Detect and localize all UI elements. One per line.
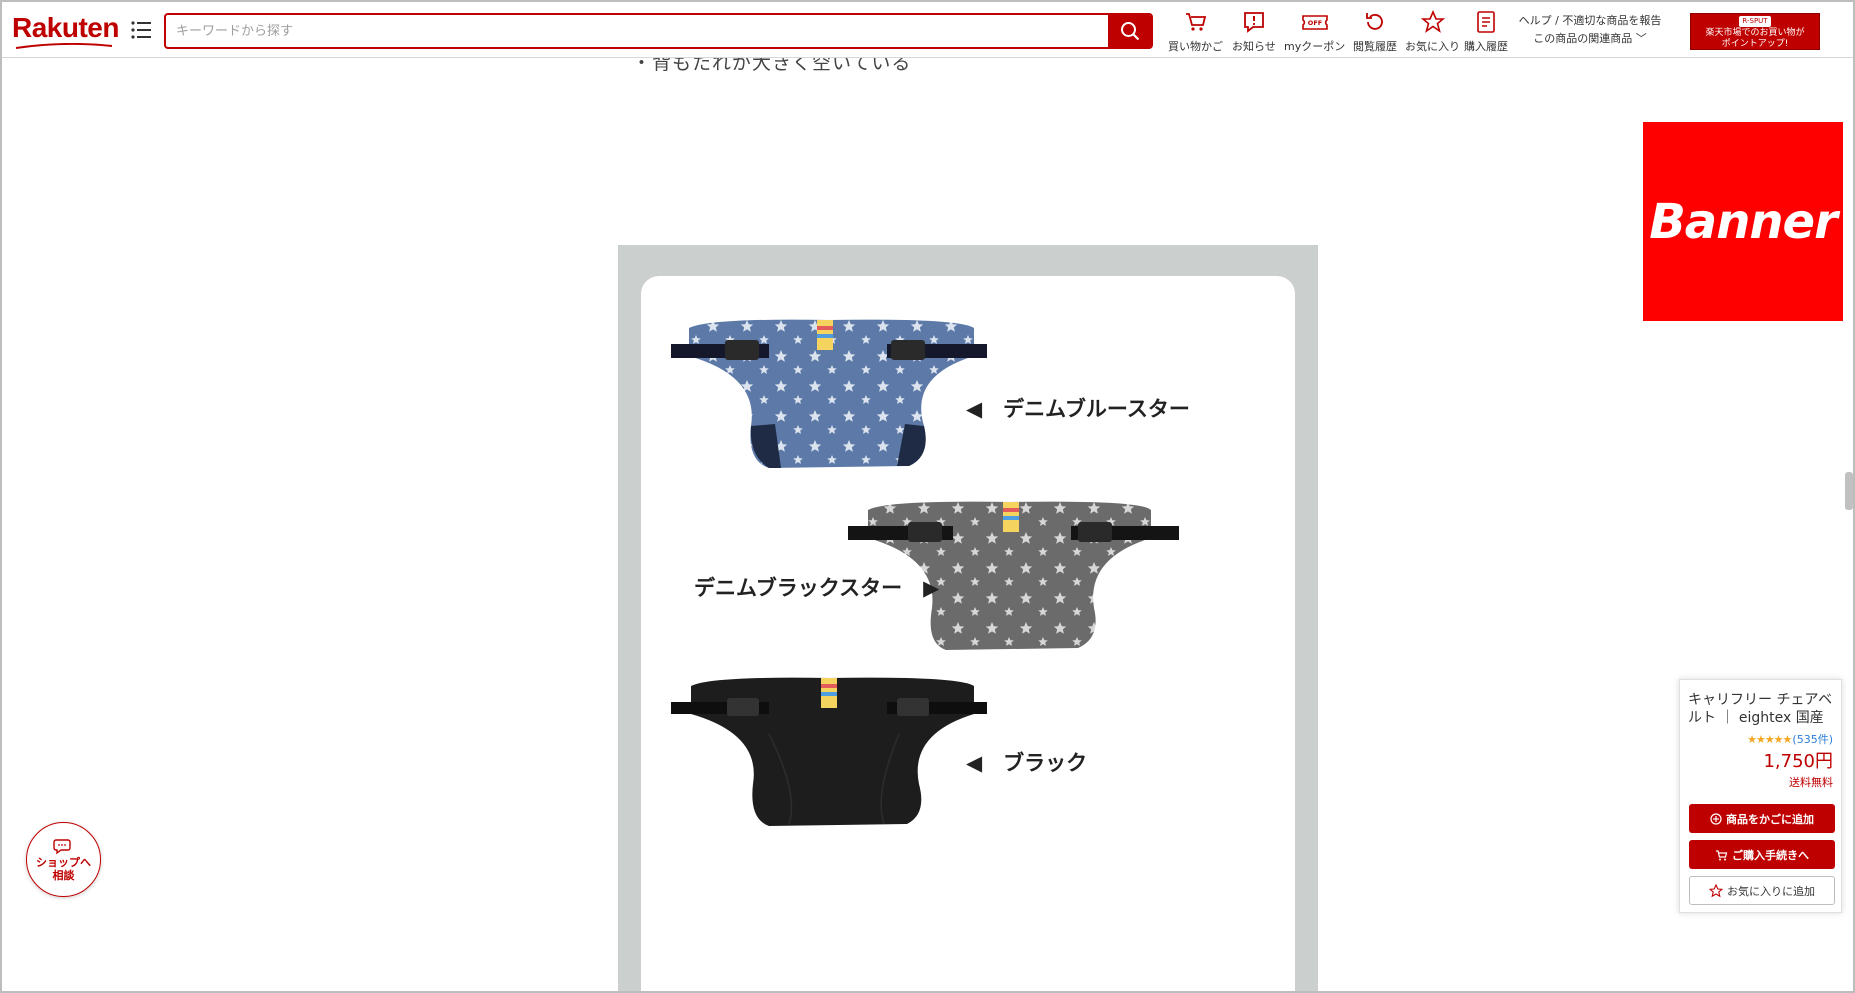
nav-purchase-history[interactable]: 購入履歴 <box>1464 10 1508 54</box>
shop-chat-button[interactable]: ショップへ 相談 <box>26 822 101 897</box>
ad-banner[interactable]: Banner <box>1643 122 1843 321</box>
add-favorite-label: お気に入りに追加 <box>1727 884 1815 898</box>
search-icon <box>1120 22 1139 41</box>
history-icon <box>1366 13 1383 30</box>
widget-rating[interactable]: ★★★★★(535件) <box>1747 731 1833 747</box>
nav-cart-label: 買い物かご <box>1168 40 1223 53</box>
variant-denim-blue-image <box>671 319 987 468</box>
scrollbar-thumb[interactable] <box>1845 472 1853 510</box>
search-bar <box>164 13 1153 49</box>
rakuten-logo[interactable]: Rakuten <box>12 12 119 44</box>
star-icon <box>1709 883 1723 897</box>
cart-icon <box>1716 849 1728 860</box>
widget-shipping: 送料無料 <box>1789 776 1833 789</box>
spu-line1: 楽天市場でのお買い物が <box>1705 28 1805 38</box>
browser-page: Rakuten 買い物かご <box>0 0 1855 993</box>
nav-favorites-label: お気に入り <box>1405 40 1460 53</box>
add-to-cart-button[interactable]: 商品をかごに追加 <box>1689 804 1835 833</box>
nav-history[interactable]: 閲覧履歴 <box>1353 10 1397 54</box>
product-image-panel: ◀ デニムブルースター デニムブラックスター ▶ ◀ ブラック <box>618 245 1318 991</box>
review-count: (535件) <box>1792 733 1833 746</box>
coupon-icon: OFF <box>1301 15 1328 30</box>
related-items-link[interactable]: この商品の関連商品 ﹀ <box>1515 30 1665 48</box>
checkout-button[interactable]: ご購入手続きへ <box>1689 840 1835 869</box>
chat-label-line2: 相談 <box>52 868 75 882</box>
rating-stars: ★★★★★ <box>1747 733 1792 746</box>
variant-label-denim-blue: ◀ デニムブルースター <box>966 397 1190 421</box>
site-header: Rakuten 買い物かご <box>2 2 1853 58</box>
banner-text: Banner <box>1649 193 1838 250</box>
notification-icon <box>1243 12 1264 33</box>
svg-text:OFF: OFF <box>1307 19 1321 27</box>
nav-coupon-label: myクーポン <box>1284 40 1346 53</box>
checkout-label: ご購入手続きへ <box>1732 848 1809 862</box>
cart-icon <box>1185 13 1206 31</box>
help-links: ヘルプ / 不適切な商品を報告 この商品の関連商品 ﹀ <box>1515 12 1665 48</box>
spu-banner[interactable]: R-SPUT 楽天市場でのお買い物が ポイントアップ! <box>1690 13 1820 50</box>
widget-price: 1,750円 <box>1763 751 1833 772</box>
menu-icon[interactable] <box>130 20 152 40</box>
variant-label-denim-black: デニムブラックスター ▶ <box>694 576 940 600</box>
nav-purchase-history-label: 購入履歴 <box>1464 40 1508 53</box>
nav-favorites[interactable]: お気に入り <box>1405 10 1460 54</box>
floating-product-widget: キャリフリー チェアベルト ｜ eightex 国産 ... ★★★★★(535… <box>1679 679 1842 913</box>
add-favorite-button[interactable]: お気に入りに追加 <box>1689 876 1835 905</box>
star-icon <box>1420 10 1445 33</box>
add-to-cart-label: 商品をかごに追加 <box>1726 812 1814 826</box>
logo-swoosh <box>15 43 113 49</box>
nav-cart[interactable]: 買い物かご <box>1168 10 1223 54</box>
plus-circle-icon <box>1710 812 1722 825</box>
nav-coupon[interactable]: OFF myクーポン <box>1284 10 1345 54</box>
help-report-link[interactable]: ヘルプ / 不適切な商品を報告 <box>1515 12 1665 30</box>
widget-product-title[interactable]: キャリフリー チェアベルト ｜ eightex 国産 ... <box>1688 691 1838 727</box>
variant-black-image <box>671 677 987 826</box>
nav-notifications[interactable]: お知らせ <box>1232 10 1276 54</box>
search-input[interactable] <box>166 15 1110 47</box>
spu-line2: ポイントアップ! <box>1721 39 1789 49</box>
search-button[interactable] <box>1108 15 1151 47</box>
variant-label-black: ◀ ブラック <box>966 751 1088 775</box>
nav-notifications-label: お知らせ <box>1232 40 1276 53</box>
spu-tag: R-SPUT <box>1739 16 1771 27</box>
product-variants-card: ◀ デニムブルースター デニムブラックスター ▶ ◀ ブラック <box>641 276 1295 991</box>
chat-bubble-icon <box>52 838 71 854</box>
receipt-icon <box>1477 11 1495 33</box>
nav-history-label: 閲覧履歴 <box>1353 40 1397 53</box>
chat-label-line1: ショップへ <box>36 855 91 869</box>
